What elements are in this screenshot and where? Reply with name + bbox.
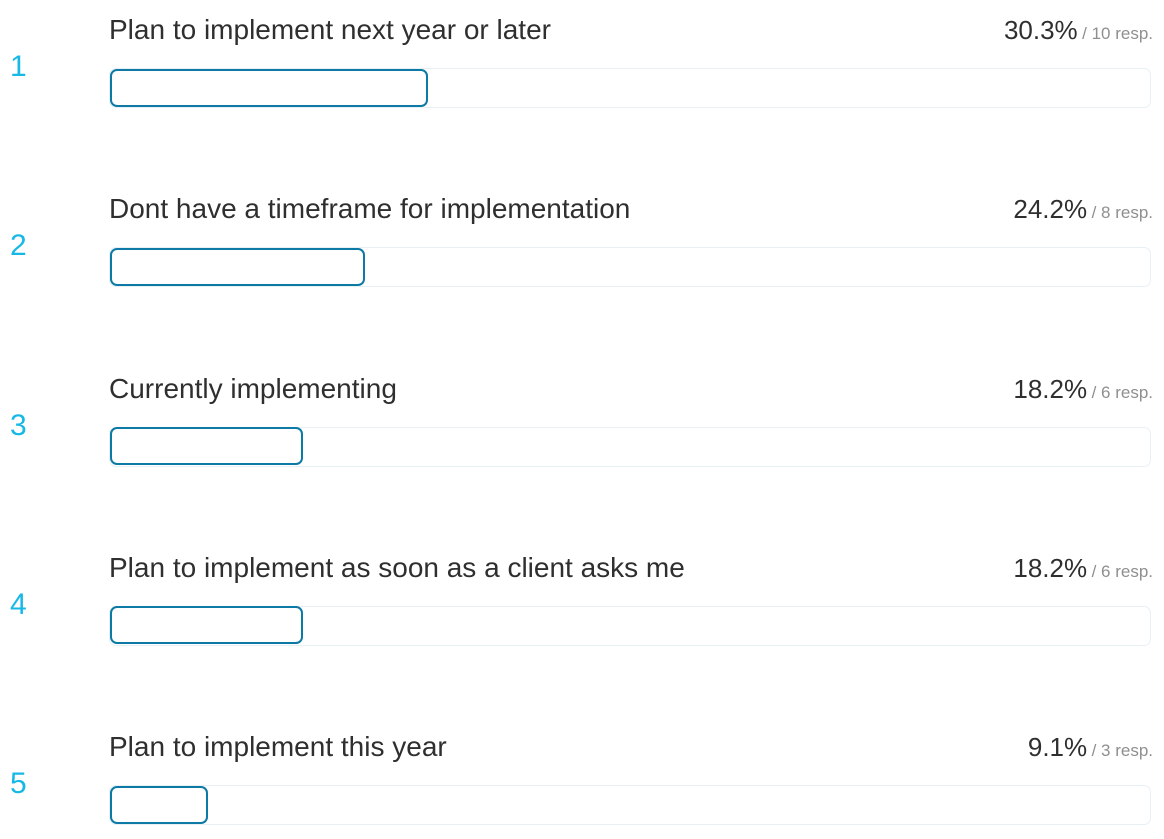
bar-track	[109, 605, 1151, 646]
bar-percent-label: 18.2%	[1013, 552, 1088, 583]
bar-category-label: Plan to implement as soon as a client as…	[109, 551, 685, 583]
bar-fill	[109, 247, 365, 286]
bar-stats: 30.3% / 10 resp.	[1004, 12, 1153, 53]
bar-percent-label: 18.2%	[1013, 373, 1088, 404]
bar-rank: 1	[10, 50, 27, 83]
bar-rank: 4	[10, 587, 27, 621]
bar-fill	[109, 785, 208, 824]
bar-row: 2 Dont have a timeframe for implementatio…	[0, 191, 1164, 301]
bar-responses-label: / 3 resp.	[1091, 741, 1153, 761]
bar-stats: 18.2% / 6 resp.	[1013, 371, 1153, 412]
bar-track	[109, 247, 1151, 288]
bar-stats: 18.2% / 6 resp.	[1013, 550, 1153, 591]
bar-track	[109, 426, 1151, 467]
bar-row: 3 Currently implementing 18.2% / 6 resp.	[0, 371, 1164, 481]
bar-category-label: Plan to implement this year	[109, 731, 447, 763]
bar-category-label: Currently implementing	[109, 372, 397, 404]
bar-responses-label: / 8 resp.	[1091, 203, 1153, 223]
bar-fill	[109, 68, 429, 107]
bar-rank: 3	[10, 408, 27, 442]
bar-percent-label: 24.2%	[1013, 194, 1088, 225]
bar-responses-label: / 6 resp.	[1091, 382, 1153, 402]
bar-fill	[109, 427, 303, 466]
bar-rank: 5	[10, 767, 27, 801]
bar-stats: 9.1% / 3 resp.	[1028, 729, 1153, 770]
bar-row: 4 Plan to implement as soon as a client a…	[0, 550, 1164, 660]
bar-responses-label: / 10 resp.	[1082, 24, 1153, 43]
bar-category-label: Plan to implement next year or later	[109, 14, 551, 45]
bar-percent-label: 30.3%	[1003, 15, 1078, 45]
bar-percent-label: 9.1%	[1027, 732, 1088, 763]
bar-rank: 2	[10, 229, 27, 263]
bar-fill	[109, 606, 303, 645]
response-bar-chart: 1 Plan to implement next year or later 30.…	[0, 0, 1164, 826]
bar-row: 5 Plan to implement this year 9.1% / 3 res…	[0, 729, 1164, 839]
bar-track	[109, 785, 1151, 826]
bar-category-label: Dont have a timeframe for implementation	[109, 193, 631, 225]
bar-responses-label: / 6 resp.	[1091, 561, 1153, 581]
bar-track	[109, 68, 1151, 108]
bar-stats: 24.2% / 8 resp.	[1013, 191, 1153, 232]
bar-row: 1 Plan to implement next year or later 30.…	[0, 12, 1164, 122]
